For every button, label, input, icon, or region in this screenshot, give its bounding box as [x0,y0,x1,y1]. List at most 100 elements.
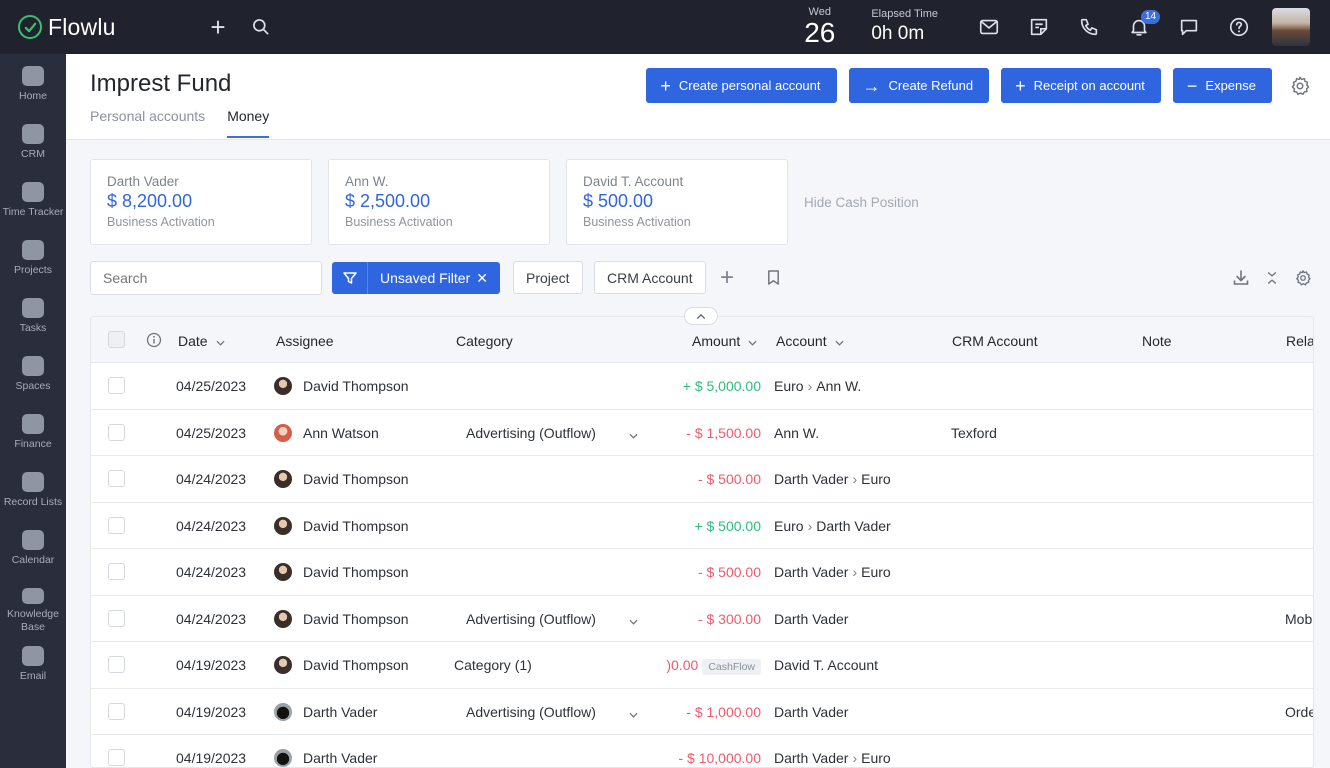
sidebar-item[interactable]: Email [0,634,66,692]
row-assignee[interactable]: David Thompson [303,378,409,394]
unsaved-filter-chip[interactable]: Unsaved Filter ✕ [332,262,500,294]
collapse-header-toggle[interactable] [684,307,718,325]
row-account[interactable]: Darth Vader [774,611,848,627]
row-account[interactable]: Darth Vader › Euro [774,471,891,487]
column-header-account[interactable]: Account [776,333,844,349]
sidebar-item[interactable]: Projects [0,228,66,286]
sidebar-item[interactable]: Calendar [0,518,66,576]
table-row[interactable]: 04/24/2023 David Thompson - $ 500.00 Darth … [91,549,1313,596]
cash-card[interactable]: Ann W. $ 2,500.00 Business Activation [328,159,550,245]
row-account[interactable]: Darth Vader › Euro [774,750,891,766]
select-all-checkbox[interactable] [108,331,125,348]
column-header-related[interactable]: Rela [1286,333,1313,349]
row-checkbox[interactable] [108,656,125,673]
row-assignee[interactable]: David Thompson [303,518,409,534]
column-header-category[interactable]: Category [456,333,513,349]
row-assignee[interactable]: Ann Watson [303,425,379,441]
help-icon[interactable] [1214,0,1264,54]
table-row[interactable]: 04/25/2023 Ann Watson Advertising (Outflow… [91,410,1313,456]
sidebar-item[interactable]: Spaces [0,344,66,402]
row-category[interactable]: Advertising (Outflow) [466,425,596,441]
crm-account-filter-chip[interactable]: CRM Account [594,261,706,294]
row-checkbox[interactable] [108,516,125,534]
mail-icon[interactable] [964,0,1014,54]
row-assignee[interactable]: Darth Vader [303,704,377,720]
column-header-assignee[interactable]: Assignee [276,333,334,349]
tab-money[interactable]: Money [227,108,270,138]
sidebar-item[interactable]: Knowledge Base [0,576,66,634]
collapse-rows-icon[interactable] [1266,269,1278,292]
row-checkbox[interactable] [108,377,125,394]
sidebar-item[interactable]: Tasks [0,286,66,344]
row-assignee[interactable]: David Thompson [303,471,409,487]
table-row[interactable]: 04/19/2023 David Thompson Category (1))0.0… [91,642,1313,689]
table-row[interactable]: 04/25/2023 David Thompson + $ 5,000.00 Euro… [91,363,1313,410]
row-category[interactable]: Advertising (Outflow) [466,704,596,720]
row-checkbox[interactable] [108,470,125,487]
row-related[interactable]: Mobi [1285,611,1313,627]
tab-personal-accounts[interactable]: Personal accounts [90,108,205,138]
receipt-on-account-button[interactable]: + Receipt on account [1001,68,1161,103]
bookmark-icon[interactable] [766,269,781,291]
row-related[interactable]: Orde [1285,704,1313,720]
table-row[interactable]: 04/24/2023 David Thompson Advertising (Out… [91,596,1313,642]
table-row[interactable]: 04/24/2023 David Thompson - $ 500.00 Darth … [91,456,1313,503]
notifications-bell-icon[interactable]: 14 [1114,0,1164,54]
notes-icon[interactable] [1014,0,1064,54]
column-header-note[interactable]: Note [1142,333,1172,349]
row-checkbox[interactable] [108,702,125,720]
sidebar-item[interactable]: Finance [0,402,66,460]
project-filter-chip[interactable]: Project [513,261,583,294]
row-assignee[interactable]: David Thompson [303,657,409,673]
table-row[interactable]: 04/24/2023 David Thompson + $ 500.00 Euro › D… [91,503,1313,549]
hide-cash-position-link[interactable]: Hide Cash Position [804,195,919,210]
create-refund-button[interactable]: → Create Refund [848,68,990,103]
table-row[interactable]: 04/19/2023 Darth Vader Advertising (Outflo… [91,689,1313,735]
column-header-crm-account[interactable]: CRM Account [952,333,1038,349]
row-crm-account[interactable]: Texford [951,425,997,441]
logo-text: Flowlu [48,13,116,40]
sidebar-item[interactable]: Time Tracker [0,170,66,228]
add-filter-plus-icon[interactable]: + [720,264,734,292]
create-personal-account-button[interactable]: + Create personal account [646,68,837,103]
row-assignee[interactable]: Darth Vader [303,750,377,766]
info-icon[interactable] [146,332,162,348]
column-header-amount[interactable]: Amount [692,333,757,349]
search-input[interactable] [90,261,322,295]
cash-card[interactable]: Darth Vader $ 8,200.00 Business Activati… [90,159,312,245]
column-header-date[interactable]: Date [178,333,225,349]
settings-gear-icon[interactable] [1286,72,1314,100]
quick-add-plus-icon[interactable]: + [203,12,233,42]
expense-button[interactable]: − Expense [1172,68,1272,103]
clear-filter-icon[interactable]: ✕ [476,270,500,287]
row-checkbox[interactable] [108,423,125,441]
row-account[interactable]: Euro › Darth Vader [774,518,891,534]
row-account[interactable]: Ann W. [774,425,819,441]
elapsed-time[interactable]: Elapsed Time 0h 0m [871,7,938,47]
table-settings-gear-icon[interactable] [1294,269,1312,292]
table-row[interactable]: 04/19/2023 Darth Vader - $ 10,000.00 Darth … [91,735,1313,767]
chat-icon[interactable] [1164,0,1214,54]
sidebar-item[interactable]: Record Lists [0,460,66,518]
row-account[interactable]: Darth Vader [774,704,848,720]
date-display[interactable]: Wed 26 [804,6,835,48]
row-account[interactable]: David T. Account [774,657,878,673]
filter-funnel-icon[interactable] [332,262,368,294]
row-assignee[interactable]: David Thompson [303,611,409,627]
row-category[interactable]: Category (1) [454,657,532,673]
sidebar-item[interactable]: Home [0,54,66,112]
row-account[interactable]: Darth Vader › Euro [774,564,891,580]
flowlu-logo[interactable]: Flowlu [18,14,203,41]
search-icon[interactable] [249,15,273,39]
row-assignee[interactable]: David Thompson [303,564,409,580]
phone-icon[interactable] [1064,0,1114,54]
user-avatar[interactable] [1272,8,1310,46]
row-checkbox[interactable] [108,563,125,580]
row-checkbox[interactable] [108,749,125,766]
row-account[interactable]: Euro › Ann W. [774,378,861,394]
sidebar-item[interactable]: CRM [0,112,66,170]
row-checkbox[interactable] [108,609,125,627]
cash-card[interactable]: David T. Account $ 500.00 Business Activ… [566,159,788,245]
download-icon[interactable] [1232,269,1250,292]
row-category[interactable]: Advertising (Outflow) [466,611,596,627]
